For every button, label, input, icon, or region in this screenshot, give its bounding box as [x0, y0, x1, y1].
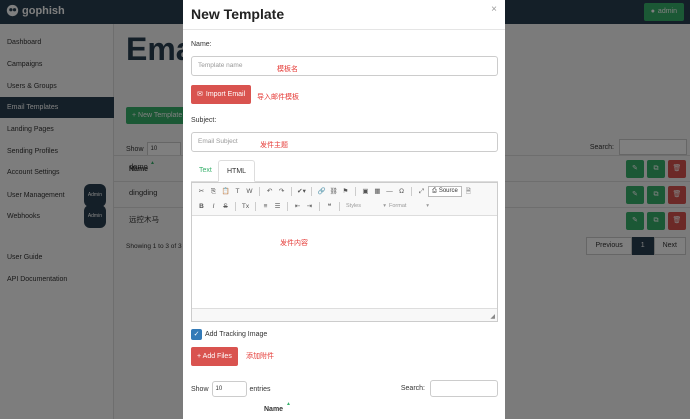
styles-dropdown[interactable]: Styles ▾ [344, 201, 386, 212]
modal-header: New Template × [183, 0, 505, 30]
attachments-length-select[interactable]: 10 [211, 381, 247, 397]
outdent-icon[interactable]: ⇤ [292, 201, 303, 212]
bold-icon[interactable]: B [196, 201, 207, 212]
paste-text-icon[interactable]: T [232, 186, 243, 197]
tab-text[interactable]: Text [191, 160, 220, 182]
link-icon[interactable]: 🔗 [316, 186, 327, 197]
tracking-image-checkbox[interactable]: ✓ [191, 329, 202, 340]
show-label: Show [191, 385, 209, 393]
maximize-icon[interactable]: ⤢ [416, 186, 427, 197]
editor-toolbar: ✂ ⎘ 📋 T W ↶ ↷ ✔▾ 🔗 ⛓ ⚑ ▣ ▦ ― Ω ⤢ ⎙ Sourc… [192, 183, 497, 216]
paste-word-icon[interactable]: W [244, 186, 255, 197]
editor-footer: ◢ [192, 308, 497, 321]
attachments-page-length: Show 10 entries [191, 381, 271, 397]
redo-icon[interactable]: ↷ [276, 186, 287, 197]
subject-annotation: 发件主题 [260, 142, 288, 149]
subject-label: Subject: [191, 117, 217, 124]
special-char-icon[interactable]: Ω [396, 186, 407, 197]
search-label: Search: [400, 385, 425, 392]
indent-icon[interactable]: ⇥ [304, 201, 315, 212]
tracking-image-option: ✓ Add Tracking Image [191, 329, 267, 340]
strikethrough-icon[interactable]: S [220, 201, 231, 212]
envelope-icon: ✉ [197, 91, 203, 98]
toolbar-row-1: ✂ ⎘ 📋 T W ↶ ↷ ✔▾ 🔗 ⛓ ⚑ ▣ ▦ ― Ω ⤢ ⎙ Sourc… [196, 186, 474, 197]
add-files-button[interactable]: + Add Files [191, 347, 238, 366]
spellcheck-icon[interactable]: ✔▾ [296, 186, 307, 197]
template-name-input[interactable]: Template name [191, 56, 498, 76]
modal-title: New Template [191, 6, 285, 22]
editor-tabs: Text HTML [191, 160, 498, 182]
undo-icon[interactable]: ↶ [264, 186, 275, 197]
table-icon[interactable]: ▦ [372, 186, 383, 197]
source-button[interactable]: ⎙ Source [428, 186, 462, 197]
import-email-button[interactable]: ✉ Import Email [191, 85, 252, 104]
remove-format-icon[interactable]: Tx [240, 201, 251, 212]
sort-asc-icon: ▲ [286, 401, 291, 407]
horizontal-rule-icon[interactable]: ― [384, 186, 395, 197]
toolbar-separator [255, 202, 256, 211]
toolbar-separator [311, 187, 312, 196]
cut-icon[interactable]: ✂ [196, 186, 207, 197]
toolbar-separator [291, 187, 292, 196]
editor-content-area[interactable] [192, 216, 497, 308]
italic-icon[interactable]: I [208, 201, 219, 212]
entries-label: entries [249, 385, 271, 393]
toolbar-separator [411, 187, 412, 196]
blockquote-icon[interactable]: ❝ [324, 201, 335, 212]
new-template-modal: New Template × Name: Template name 模板名 ✉… [183, 0, 505, 419]
resize-handle-icon[interactable]: ◢ [490, 313, 495, 320]
email-subject-input[interactable]: Email Subject [191, 132, 498, 152]
format-dropdown[interactable]: Format ▾ [387, 201, 429, 212]
body-annotation: 发件内容 [280, 240, 308, 247]
attachments-column-name[interactable]: Name [264, 406, 283, 413]
toolbar-separator [287, 202, 288, 211]
format-label: Format [389, 203, 407, 209]
numbered-list-icon[interactable]: ≡ [260, 201, 271, 212]
toolbar-row-2: B I S Tx ≡ ☰ ⇤ ⇥ ❝ Styles ▾ Format ▾ [196, 201, 429, 212]
tab-html[interactable]: HTML [218, 160, 256, 182]
preview-icon[interactable]: 🗎 [463, 186, 474, 197]
tracking-image-label: Add Tracking Image [205, 331, 268, 338]
copy-icon[interactable]: ⎘ [208, 186, 219, 197]
close-icon[interactable]: × [491, 4, 497, 15]
source-icon: ⎙ [432, 188, 437, 194]
styles-label: Styles [346, 203, 361, 209]
chevron-down-icon: ▾ [383, 203, 386, 209]
source-label: Source [438, 188, 458, 194]
unlink-icon[interactable]: ⛓ [328, 186, 339, 197]
image-icon[interactable]: ▣ [360, 186, 371, 197]
chevron-down-icon: ▾ [426, 203, 429, 209]
import-annotation: 导入邮件模板 [257, 94, 299, 101]
bulleted-list-icon[interactable]: ☰ [272, 201, 283, 212]
import-email-label: Import Email [205, 91, 246, 98]
toolbar-separator [319, 202, 320, 211]
html-editor: ✂ ⎘ 📋 T W ↶ ↷ ✔▾ 🔗 ⛓ ⚑ ▣ ▦ ― Ω ⤢ ⎙ Sourc… [191, 182, 498, 322]
paste-icon[interactable]: 📋 [220, 186, 231, 197]
toolbar-separator [235, 202, 236, 211]
attachments-search: Search: [401, 380, 498, 397]
toolbar-separator [259, 187, 260, 196]
name-annotation: 模板名 [277, 66, 298, 73]
toolbar-separator [339, 202, 340, 211]
attachments-search-input[interactable] [430, 380, 498, 397]
name-label: Name: [191, 41, 212, 48]
add-files-annotation: 添加附件 [246, 353, 274, 360]
toolbar-separator [355, 187, 356, 196]
anchor-icon[interactable]: ⚑ [340, 186, 351, 197]
